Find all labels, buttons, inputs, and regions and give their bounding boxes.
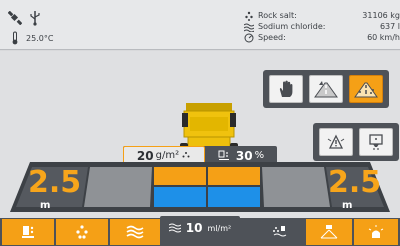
salt-hopper-button[interactable]	[359, 128, 393, 156]
spread-mode-group	[263, 70, 389, 108]
liquid-button[interactable]	[110, 219, 160, 245]
liquid-waves-icon	[168, 223, 181, 233]
liquid-waves-icon	[244, 22, 254, 32]
beacon-icon	[327, 134, 345, 149]
beacon-light-icon	[368, 225, 384, 238]
satellite-gps-icon	[8, 11, 22, 25]
salt-brine-icon	[22, 226, 34, 238]
dosage-value: 20	[136, 148, 154, 163]
salt-brine-icon	[218, 150, 229, 160]
stat-label: Sodium chloride:	[258, 22, 326, 31]
stat-value: 60 km/h	[367, 33, 400, 42]
usb-icon	[30, 10, 40, 26]
road-spread-button[interactable]	[309, 75, 343, 103]
hopper-icon	[369, 134, 383, 150]
liquid-rate-unit: ml/m²	[207, 223, 232, 233]
left-width-unit: m	[40, 200, 51, 211]
salt-liquid-mode-button[interactable]	[262, 219, 298, 245]
salt-dots-icon	[182, 152, 190, 158]
center-left-top-segment	[154, 167, 206, 185]
road-icon	[314, 81, 338, 98]
salt-dots-icon	[76, 225, 88, 239]
liquid-rate-value: 10	[185, 221, 203, 235]
dosage-unit: g/m²	[155, 150, 180, 161]
center-right-bottom-segment	[208, 187, 260, 207]
center-right-top-segment	[208, 167, 260, 185]
manual-hand-button[interactable]	[269, 75, 303, 103]
liquid-rate-display[interactable]: 10 ml/m²	[160, 216, 240, 240]
hand-icon	[279, 80, 293, 97]
center-left-bottom-segment	[154, 187, 206, 207]
stat-value: 31106 kg	[362, 11, 400, 20]
brine-tank-button[interactable]	[2, 219, 54, 245]
stat-value: 637 l	[379, 22, 400, 31]
status-bar: 25.0°C Rock salt: 31106 kg Sodium chlori…	[0, 0, 400, 50]
stat-rock-salt: Rock salt: 31106 kg	[244, 10, 400, 21]
aux-button-group	[313, 123, 399, 161]
stat-speed: Speed: 60 km/h	[244, 32, 400, 43]
mix-percentage-value: 30	[235, 148, 253, 163]
warning-light-button[interactable]	[319, 128, 353, 156]
right-outer-segment	[262, 167, 330, 207]
road-salt-icon	[354, 82, 378, 98]
spread-pattern-button[interactable]	[306, 219, 352, 245]
mix-percentage-unit: %	[254, 150, 265, 161]
right-spread-width[interactable]: 2.5	[328, 168, 381, 198]
stat-label: Rock salt:	[258, 11, 297, 20]
temperature-value: 25.0°C	[26, 34, 54, 43]
speedometer-icon	[244, 33, 254, 43]
left-outer-segment	[84, 167, 152, 207]
thermometer-icon	[10, 31, 20, 45]
salt-dots-icon	[244, 11, 254, 21]
salt-liquid-icon	[273, 226, 287, 237]
spread-fan-icon	[320, 225, 338, 239]
dry-salt-button[interactable]	[56, 219, 108, 245]
right-width-unit: m	[342, 200, 353, 211]
left-spread-width[interactable]: 2.5	[28, 168, 81, 198]
road-auto-button[interactable]	[349, 75, 383, 103]
stat-sodium-chloride: Sodium chloride: 637 l	[244, 21, 400, 32]
liquid-waves-icon	[126, 225, 144, 239]
stat-label: Speed:	[258, 33, 286, 42]
work-light-button[interactable]	[354, 219, 398, 245]
